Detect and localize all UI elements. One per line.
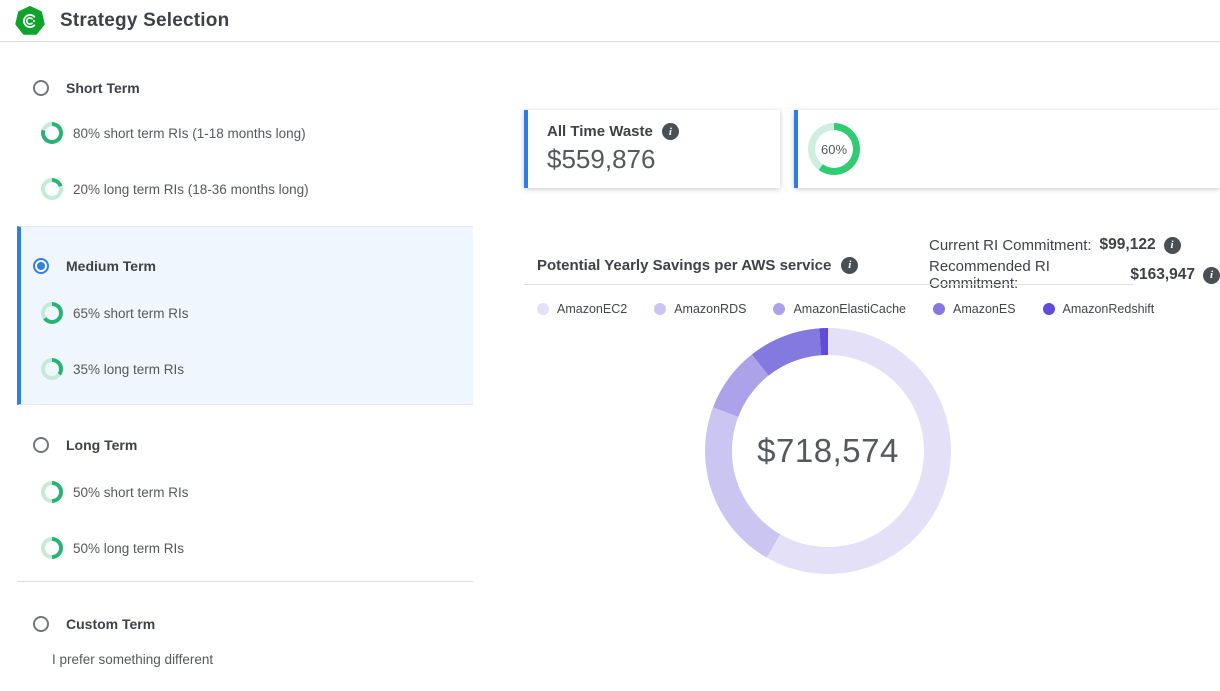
allocation-row: 35% long term RIs xyxy=(41,358,184,380)
info-icon[interactable]: i xyxy=(1164,237,1181,254)
all-time-waste-value: $559,876 xyxy=(547,144,766,175)
option-custom-term[interactable]: Custom Term xyxy=(33,615,155,633)
allocation-row: 50% short term RIs xyxy=(41,481,189,503)
current-ri-commitment-value: $99,122 xyxy=(1100,236,1156,254)
commitment-ring-percent: 60% xyxy=(821,142,847,157)
legend-dot-icon xyxy=(537,303,549,315)
page-header: Strategy Selection xyxy=(0,0,1220,42)
legend-item-amazonelasticache[interactable]: AmazonElastiCache xyxy=(773,302,906,316)
allocation-label: 20% long term RIs (18-36 months long) xyxy=(73,182,309,197)
allocation-row: 65% short term RIs xyxy=(41,302,189,324)
legend-dot-icon xyxy=(933,303,945,315)
allocation-label: 65% short term RIs xyxy=(73,306,189,321)
current-ri-commitment-label: Current RI Commitment: xyxy=(929,237,1092,254)
allocation-label: 50% short term RIs xyxy=(73,485,189,500)
radio-short-term[interactable] xyxy=(33,80,49,96)
donut-chart[interactable]: $718,574 xyxy=(705,328,951,574)
current-ri-commitment-line: Current RI Commitment: $99,122 i xyxy=(929,235,1181,255)
commitment-ring-icon: 60% xyxy=(808,123,860,175)
legend-dot-icon xyxy=(1043,303,1055,315)
custom-term-description: I prefer something different xyxy=(52,651,213,669)
info-icon[interactable]: i xyxy=(1203,267,1220,284)
recommended-ri-commitment-line: Recommended RI Commitment: $163,947 i xyxy=(929,265,1220,285)
allocation-ring-icon xyxy=(41,302,63,324)
option-short-term[interactable]: Short Term xyxy=(33,79,140,97)
recommended-ri-commitment-value: $163,947 xyxy=(1130,266,1195,284)
strategy-selection-page: Strategy Selection Short Term 80% short … xyxy=(0,0,1220,691)
page-title: Strategy Selection xyxy=(60,0,229,41)
donut-center-total: $718,574 xyxy=(757,432,899,470)
allocation-ring-icon xyxy=(41,537,63,559)
donut-hole: $718,574 xyxy=(732,355,924,547)
legend-dot-icon xyxy=(773,303,785,315)
allocation-label: 35% long term RIs xyxy=(73,362,184,377)
radio-long-term[interactable] xyxy=(33,437,49,453)
option-label: Long Term xyxy=(66,437,137,453)
all-time-waste-card: All Time Waste i $559,876 xyxy=(524,110,780,188)
option-label: Short Term xyxy=(66,80,140,96)
legend-item-amazones[interactable]: AmazonES xyxy=(933,302,1016,316)
info-icon[interactable]: i xyxy=(841,257,858,274)
allocation-ring-icon xyxy=(41,122,63,144)
chart-legend: AmazonEC2 AmazonRDS AmazonElastiCache Am… xyxy=(537,302,1154,316)
legend-item-amazonredshift[interactable]: AmazonRedshift xyxy=(1043,302,1155,316)
legend-item-amazonrds[interactable]: AmazonRDS xyxy=(654,302,746,316)
info-icon[interactable]: i xyxy=(662,123,679,140)
option-label: Custom Term xyxy=(66,616,155,632)
legend-item-amazonec2[interactable]: AmazonEC2 xyxy=(537,302,627,316)
allocation-label: 50% long term RIs xyxy=(73,541,184,556)
option-medium-term[interactable]: Medium Term xyxy=(33,257,156,275)
allocation-row: 50% long term RIs xyxy=(41,537,184,559)
allocation-ring-icon xyxy=(41,178,63,200)
chart-divider xyxy=(524,284,1133,285)
all-time-waste-label: All Time Waste xyxy=(547,123,653,140)
chart-title: Potential Yearly Savings per AWS service xyxy=(537,257,831,274)
option-label: Medium Term xyxy=(66,258,156,274)
chart-header: Potential Yearly Savings per AWS service… xyxy=(537,255,858,275)
option-long-term[interactable]: Long Term xyxy=(33,436,137,454)
ri-commitment-card: 60% Current RI Commitment: $99,122 i Rec… xyxy=(794,110,1220,188)
panel-divider xyxy=(17,581,473,582)
radio-custom-term[interactable] xyxy=(33,616,49,632)
allocation-label: 80% short term RIs (1-18 months long) xyxy=(73,126,306,141)
recommended-ri-commitment-label: Recommended RI Commitment: xyxy=(929,258,1122,292)
radio-medium-term[interactable] xyxy=(33,258,49,274)
allocation-row: 80% short term RIs (1-18 months long) xyxy=(41,122,306,144)
allocation-ring-icon xyxy=(41,481,63,503)
cloudcheckr-logo-icon xyxy=(15,6,45,36)
legend-dot-icon xyxy=(654,303,666,315)
allocation-row: 20% long term RIs (18-36 months long) xyxy=(41,178,309,200)
allocation-ring-icon xyxy=(41,358,63,380)
